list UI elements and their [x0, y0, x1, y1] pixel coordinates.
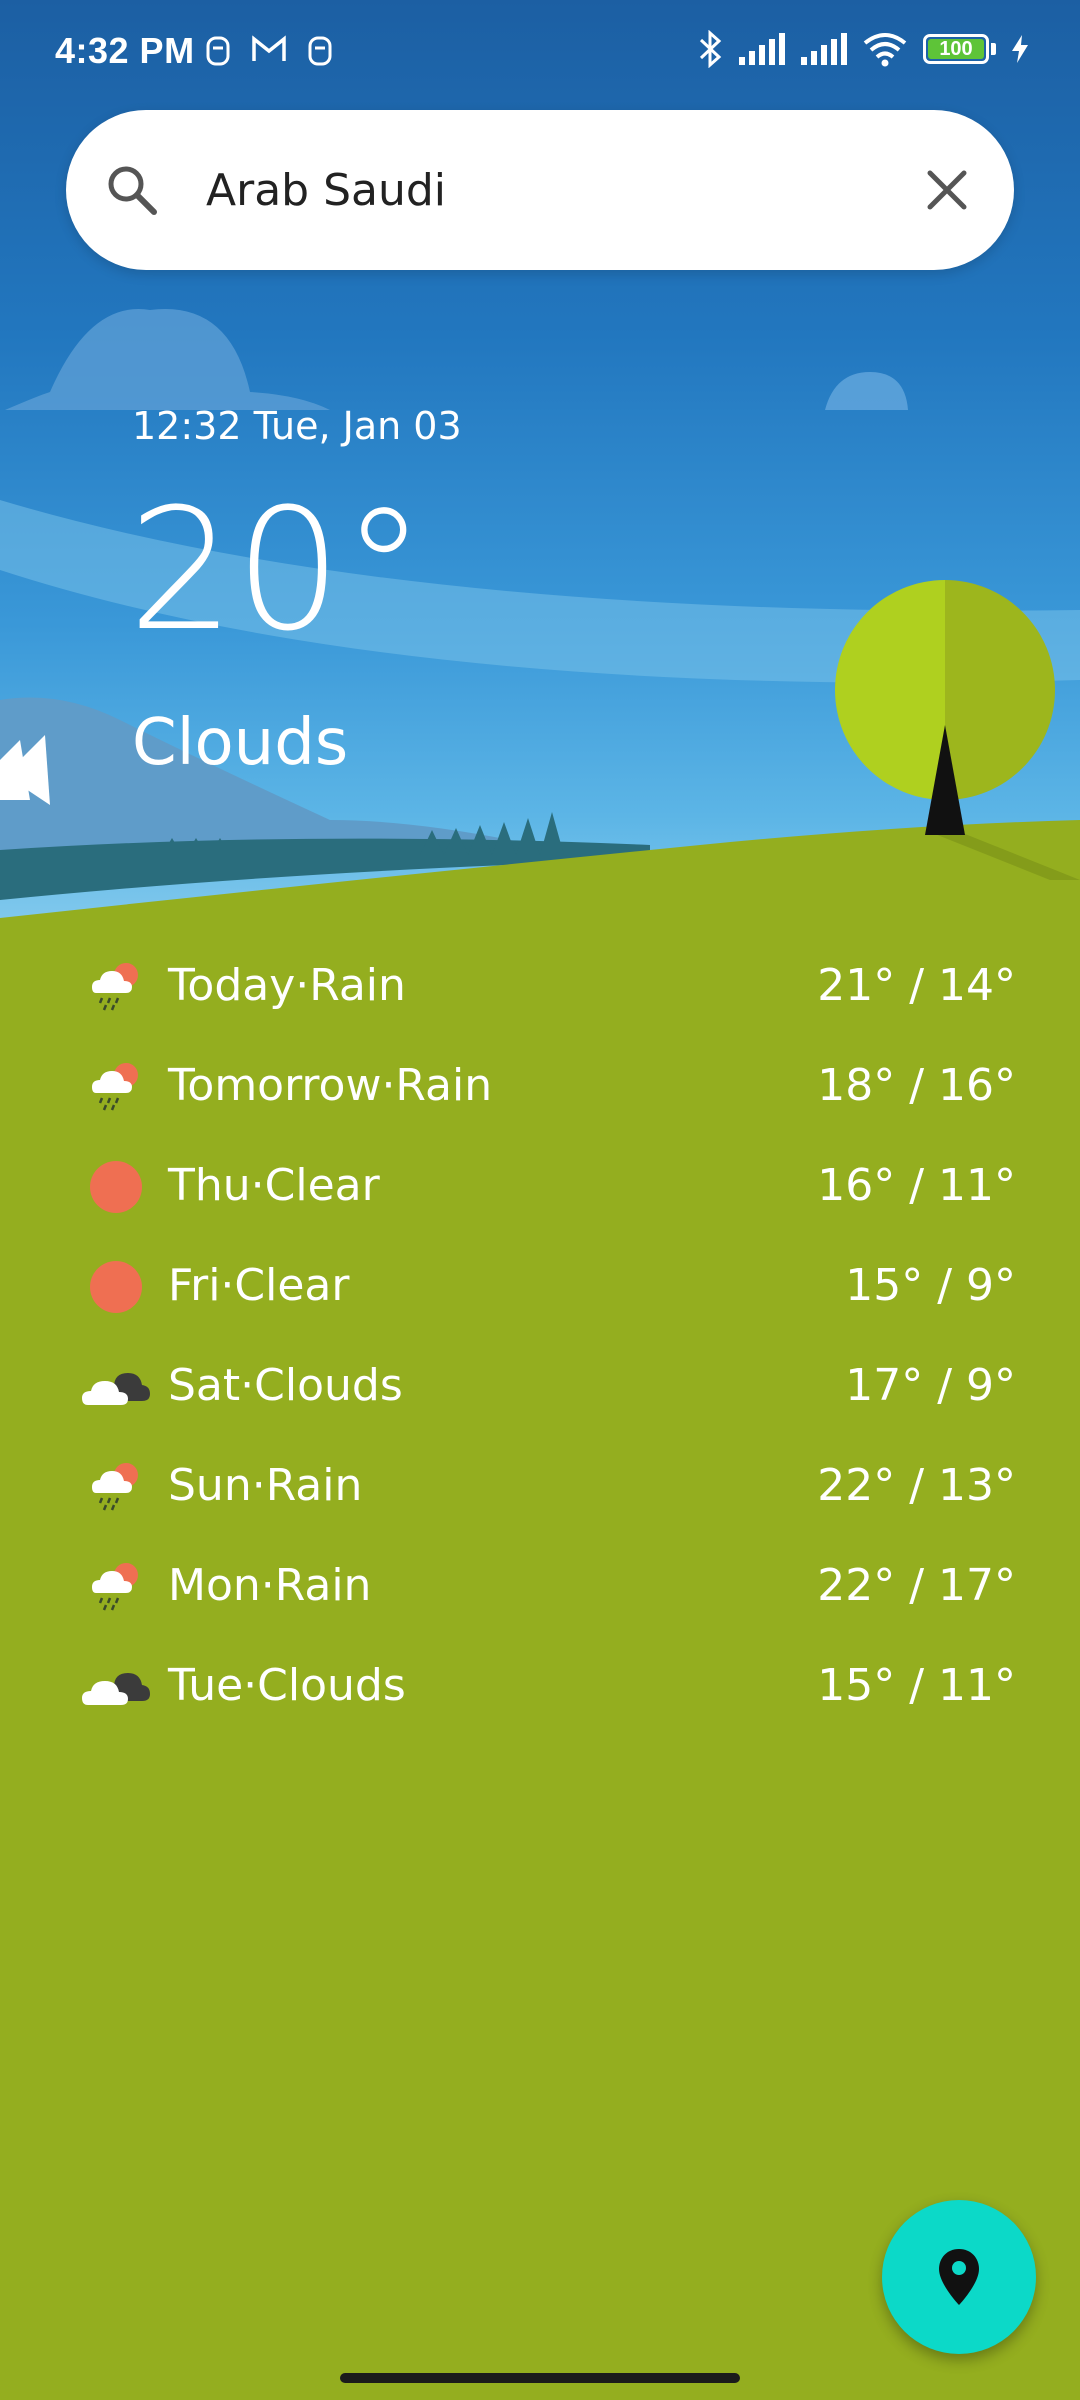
status-bar: 4:32 PM 100	[0, 0, 1080, 104]
notification-icon	[308, 36, 332, 66]
close-icon[interactable]	[922, 165, 972, 215]
rain-icon	[76, 945, 156, 1025]
search-bar	[66, 110, 1014, 270]
rain-icon	[76, 1045, 156, 1125]
signal-icon	[801, 33, 847, 65]
forecast-day-condition: Today·Rain	[168, 959, 406, 1011]
forecast-row[interactable]: Fri·Clear 15° / 9°	[76, 1235, 1016, 1335]
location-pin-icon	[939, 2249, 979, 2305]
cloud-icon	[76, 1345, 156, 1425]
forecast-temperature-range: 15° / 9°	[845, 1259, 1016, 1311]
current-condition: Clouds	[132, 706, 349, 780]
forecast-list: Today·Rain 21° / 14° Tomorrow·Rain 18° /…	[76, 935, 1016, 1735]
forecast-row[interactable]: Sun·Rain 22° / 13°	[76, 1435, 1016, 1535]
forecast-temperature-range: 22° / 13°	[817, 1459, 1016, 1511]
forecast-row[interactable]: Thu·Clear 16° / 11°	[76, 1135, 1016, 1235]
forecast-row[interactable]: Tue·Clouds 15° / 11°	[76, 1635, 1016, 1735]
sun-icon	[76, 1245, 156, 1325]
status-notification-icons	[205, 34, 333, 68]
forecast-temperature-range: 15° / 11°	[817, 1659, 1016, 1711]
forecast-temperature-range: 22° / 17°	[817, 1559, 1016, 1611]
forecast-day-condition: Fri·Clear	[168, 1259, 350, 1311]
forecast-temperature-range: 21° / 14°	[817, 959, 1016, 1011]
forecast-row[interactable]: Mon·Rain 22° / 17°	[76, 1535, 1016, 1635]
forecast-row[interactable]: Sat·Clouds 17° / 9°	[76, 1335, 1016, 1435]
forecast-row[interactable]: Tomorrow·Rain 18° / 16°	[76, 1035, 1016, 1135]
weather-screen: 4:32 PM 100 Arab Saudi 12:32 Tue, Jan 03…	[0, 0, 1080, 2400]
notification-icon	[206, 36, 230, 66]
forecast-day-condition: Sun·Rain	[168, 1459, 363, 1511]
forecast-row[interactable]: Today·Rain 21° / 14°	[76, 935, 1016, 1035]
signal-icon	[739, 33, 785, 65]
current-datetime: 12:32 Tue, Jan 03	[132, 404, 462, 448]
location-button[interactable]	[882, 2200, 1036, 2354]
battery-icon: 100	[923, 34, 989, 64]
forecast-day-condition: Thu·Clear	[168, 1159, 380, 1211]
forecast-temperature-range: 18° / 16°	[817, 1059, 1016, 1111]
forecast-day-condition: Tomorrow·Rain	[168, 1059, 493, 1111]
tree-illustration	[835, 580, 1055, 835]
rain-icon	[76, 1445, 156, 1525]
wifi-icon	[863, 33, 907, 67]
forecast-day-condition: Tue·Clouds	[168, 1659, 406, 1711]
forecast-day-condition: Sat·Clouds	[168, 1359, 403, 1411]
rain-icon	[76, 1545, 156, 1625]
battery-level: 100	[939, 37, 973, 60]
status-system-icons: 100	[697, 30, 1030, 68]
sun-icon	[76, 1145, 156, 1225]
bluetooth-icon	[699, 30, 722, 68]
home-indicator[interactable]	[340, 2373, 740, 2383]
cloud-icon	[76, 1645, 156, 1725]
status-time: 4:32 PM	[55, 30, 195, 71]
forecast-temperature-range: 16° / 11°	[817, 1159, 1016, 1211]
current-temperature: 20°	[128, 472, 426, 668]
search-input[interactable]	[206, 150, 926, 230]
charging-icon	[1012, 35, 1028, 63]
forecast-temperature-range: 17° / 9°	[845, 1359, 1016, 1411]
search-icon[interactable]	[104, 162, 160, 218]
forecast-day-condition: Mon·Rain	[168, 1559, 372, 1611]
gmail-icon	[252, 35, 286, 61]
